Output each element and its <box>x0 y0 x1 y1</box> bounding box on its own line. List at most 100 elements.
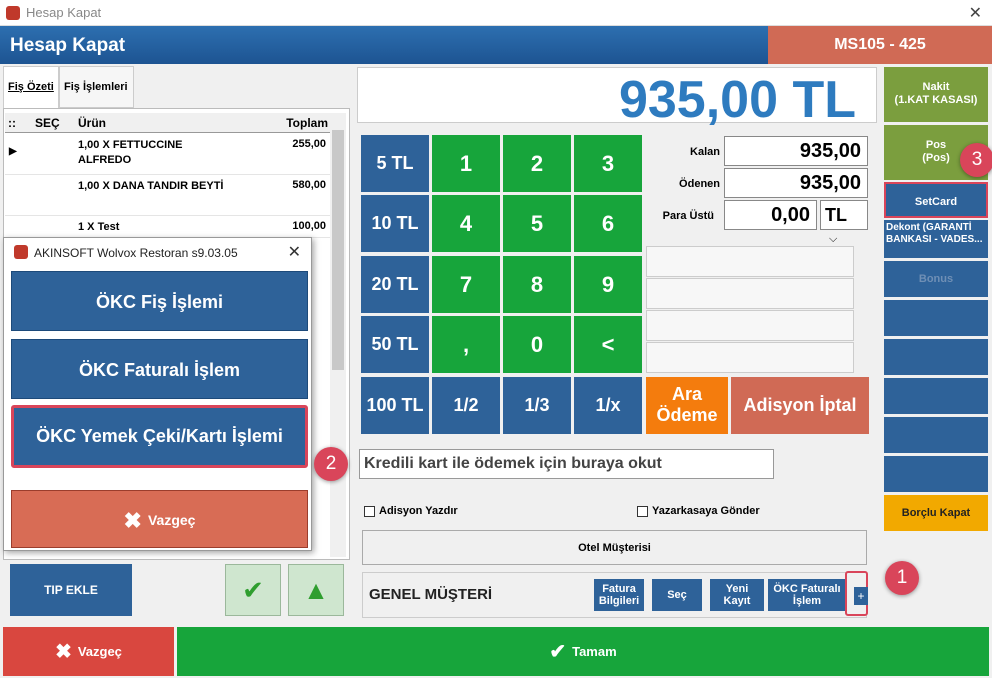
okc-yemek-ceki-button[interactable]: ÖKC Yemek Çeki/Kartı İşlemi <box>11 405 308 468</box>
row-pointer-icon: ▶ <box>9 146 17 157</box>
tab-fis-islemleri-label: Fiş İşlemleri <box>64 81 128 93</box>
chevron-up-icon: ▲ <box>303 575 329 605</box>
tab-fis-islemleri[interactable]: Fiş İşlemleri <box>59 66 134 108</box>
payment-row <box>646 310 854 341</box>
key-0[interactable]: 0 <box>503 316 571 373</box>
plus-icon: + <box>854 587 868 605</box>
window-close-icon[interactable]: ✕ <box>969 3 982 23</box>
payment-slot-button[interactable] <box>884 300 988 336</box>
money-100tl-button[interactable]: 100 TL <box>361 377 429 434</box>
payment-slot-button[interactable] <box>884 378 988 414</box>
key-half[interactable]: 1/2 <box>432 377 500 434</box>
para-ustu-field[interactable]: 0,00 <box>724 200 817 230</box>
col-toplam[interactable]: Toplam <box>286 116 328 130</box>
payment-slot-button[interactable] <box>884 417 988 453</box>
sec-button[interactable]: Seç <box>652 579 702 611</box>
key-5[interactable]: 5 <box>503 195 571 252</box>
row-total: 255,00 <box>292 138 326 150</box>
checkbox-box[interactable] <box>364 505 375 517</box>
money-10tl-button[interactable]: 10 TL <box>361 195 429 252</box>
payment-slot-button[interactable] <box>884 456 988 492</box>
okc-faturali-button[interactable]: ÖKC Faturalı İşlem <box>11 339 308 399</box>
col-urun[interactable]: Ürün <box>78 116 106 130</box>
key-8[interactable]: 8 <box>503 256 571 313</box>
key-third[interactable]: 1/3 <box>503 377 571 434</box>
yeni-line2: Kayıt <box>723 595 751 607</box>
pos-line1: Pos <box>925 139 947 151</box>
col-sec[interactable]: SEÇ <box>35 116 60 130</box>
dekont-line1: Dekont (GARANTİ <box>886 222 972 233</box>
key-3[interactable]: 3 <box>574 135 642 192</box>
nakit-button[interactable]: Nakit (1.KAT KASASI) <box>884 67 988 122</box>
yazarkasaya-gonder-checkbox[interactable]: Yazarkasaya Gönder <box>637 505 760 517</box>
dialog-title: AKINSOFT Wolvox Restoran s9.03.05 <box>34 246 238 260</box>
dialog-cancel-button[interactable]: ✖ Vazgeç <box>11 490 308 548</box>
key-1[interactable]: 1 <box>432 135 500 192</box>
dialog-close-icon[interactable]: ✕ <box>288 242 301 262</box>
total-display: 935,00 TL <box>357 67 877 129</box>
nakit-line1: Nakit <box>922 81 950 93</box>
table-row[interactable]: 1 X Test 100,00 <box>5 216 330 238</box>
money-5tl-button[interactable]: 5 TL <box>361 135 429 192</box>
yazarkasaya-gonder-label: Yazarkasaya Gönder <box>652 505 760 517</box>
yeni-kayit-button[interactable]: Yeni Kayıt <box>710 579 764 611</box>
tamam-button[interactable]: ✔ Tamam <box>177 627 989 676</box>
key-6[interactable]: 6 <box>574 195 642 252</box>
key-2[interactable]: 2 <box>503 135 571 192</box>
customer-name: GENEL MÜŞTERİ <box>369 586 493 603</box>
payment-row <box>646 246 854 277</box>
setcard-button[interactable]: SetCard <box>884 182 988 218</box>
check-icon: ✔ <box>549 641 567 664</box>
window-title: Hesap Kapat <box>26 5 102 20</box>
dekont-line2: BANKASI - VADES... <box>886 234 983 245</box>
vazgec-button[interactable]: ✖ Vazgeç <box>3 627 174 676</box>
okc-faturali-islem-button[interactable]: ÖKC Faturalı İşlem <box>768 579 846 611</box>
tip-ekle-button[interactable]: TIP EKLE <box>10 564 132 616</box>
bonus-button[interactable]: Bonus <box>884 261 988 297</box>
money-20tl-button[interactable]: 20 TL <box>361 256 429 313</box>
row-product: 1,00 X FETTUCCINE ALFREDO <box>78 139 183 166</box>
payment-slot-button[interactable] <box>884 339 988 375</box>
row-product: 1,00 X DANA TANDIR BEYTİ <box>78 180 224 192</box>
payment-row <box>646 278 854 309</box>
currency-select[interactable]: TL ⌵ <box>820 200 868 245</box>
otel-musterisi-button[interactable]: Otel Müşterisi <box>362 530 867 565</box>
chevron-down-icon: ⌵ <box>829 233 838 245</box>
odenen-label: Ödenen <box>679 178 720 190</box>
move-up-button[interactable]: ▲ <box>288 564 344 616</box>
ara-odeme-button[interactable]: Ara Ödeme <box>646 377 728 434</box>
tab-fis-ozeti[interactable]: Fiş Özeti <box>3 66 59 108</box>
key-reciprocal[interactable]: 1/x <box>574 377 642 434</box>
kalan-field[interactable]: 935,00 <box>724 136 868 166</box>
fatura-bilgileri-button[interactable]: Fatura Bilgileri <box>594 579 644 611</box>
key-comma[interactable]: , <box>432 316 500 373</box>
payment-row <box>646 342 854 373</box>
callout-badge-1: 1 <box>885 561 919 595</box>
confirm-check-button[interactable]: ✔ <box>225 564 281 616</box>
key-9[interactable]: 9 <box>574 256 642 313</box>
window-titlebar: Hesap Kapat ✕ <box>0 0 992 26</box>
okc-fis-button[interactable]: ÖKC Fiş İşlemi <box>11 271 308 331</box>
table-row[interactable]: 1,00 X DANA TANDIR BEYTİ 580,00 <box>5 175 330 216</box>
para-ustu-label: Para Üstü <box>662 210 714 222</box>
row-total: 100,00 <box>292 220 326 232</box>
row-product: 1 X Test <box>78 221 120 233</box>
page-title: Hesap Kapat <box>10 35 126 56</box>
checkbox-box[interactable] <box>637 505 648 517</box>
grid-scroll-thumb[interactable] <box>332 130 344 370</box>
dekont-button[interactable]: Dekont (GARANTİ BANKASI - VADES... <box>884 220 988 258</box>
key-backspace[interactable]: < <box>574 316 642 373</box>
card-scan-input[interactable]: Kredili kart ile ödemek için buraya okut <box>359 449 774 479</box>
nakit-line2: (1.KAT KASASI) <box>894 94 978 106</box>
odenen-field[interactable]: 935,00 <box>724 168 868 198</box>
table-row[interactable]: ▶ 1,00 X FETTUCCINE ALFREDO 255,00 <box>5 134 330 175</box>
vazgec-label: Vazgeç <box>77 644 122 659</box>
adisyon-iptal-button[interactable]: Adisyon İptal <box>731 377 869 434</box>
check-icon: ✔ <box>242 575 264 605</box>
money-50tl-button[interactable]: 50 TL <box>361 316 429 373</box>
adisyon-yazdir-checkbox[interactable]: Adisyon Yazdır <box>364 505 458 517</box>
key-7[interactable]: 7 <box>432 256 500 313</box>
more-options-button[interactable]: + <box>845 571 868 616</box>
borclu-kapat-button[interactable]: Borçlu Kapat <box>884 495 988 531</box>
key-4[interactable]: 4 <box>432 195 500 252</box>
